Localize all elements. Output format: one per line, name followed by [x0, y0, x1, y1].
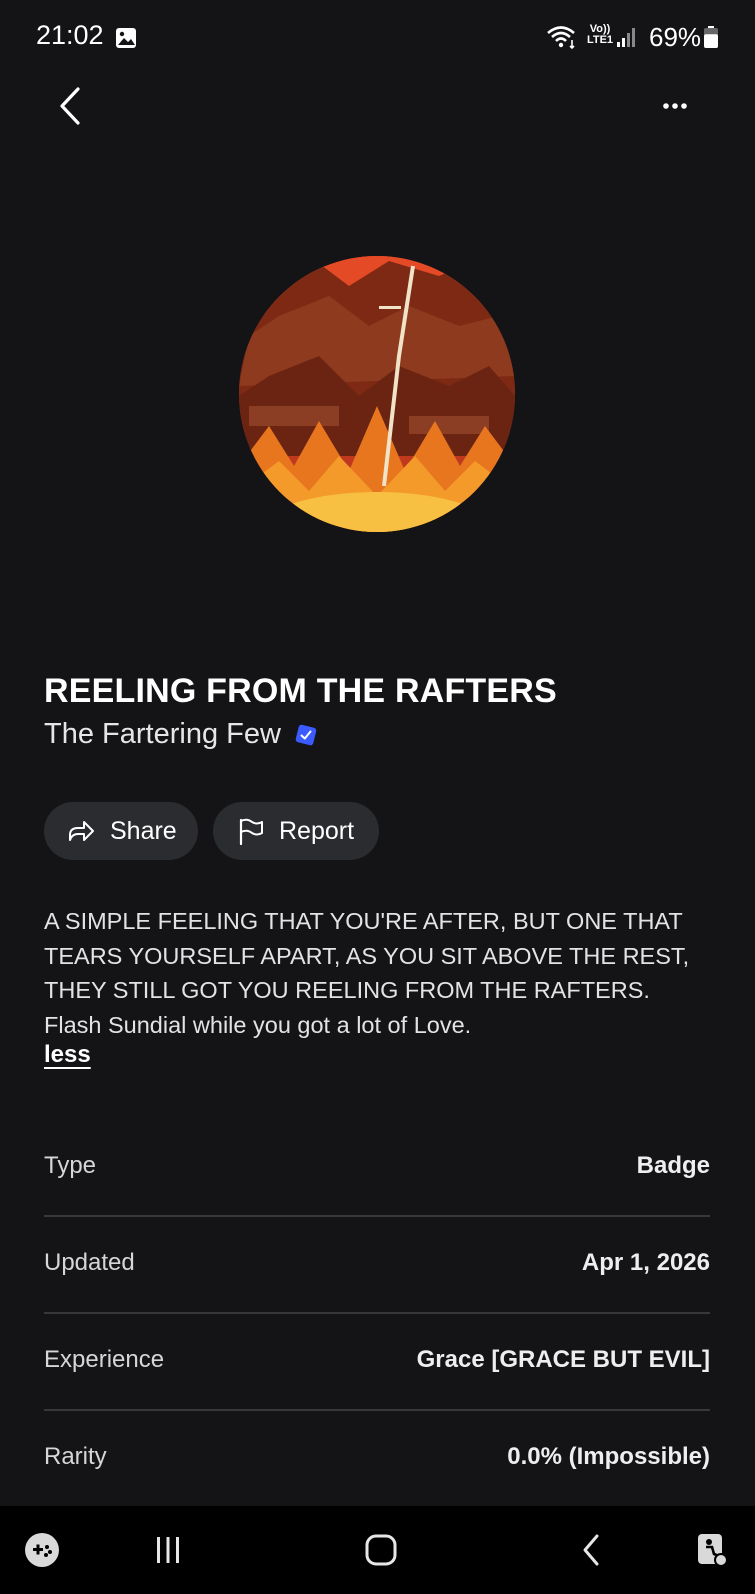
- detail-row-type: Type Badge: [44, 1120, 710, 1217]
- accessibility-button[interactable]: [686, 1524, 738, 1576]
- detail-value[interactable]: Grace [GRACE BUT EVIL]: [417, 1346, 710, 1374]
- badge-image: [239, 256, 515, 532]
- flag-icon: [239, 818, 263, 846]
- verified-badge-icon: [295, 724, 317, 745]
- description-line: TEARS YOURSELF APART, AS YOU SIT ABOVE T…: [44, 942, 690, 969]
- creator-row: The Fartering Few: [44, 718, 319, 751]
- back-icon: [583, 1534, 599, 1566]
- report-label: Report: [279, 816, 355, 845]
- detail-label: Experience: [44, 1346, 165, 1373]
- battery-percent: 69%: [649, 22, 702, 52]
- detail-row-updated: Updated Apr 1, 2026: [44, 1217, 710, 1314]
- detail-value: Apr 1, 2026: [581, 1249, 710, 1276]
- item-title: REELING FROM THE RAFTERS: [44, 672, 557, 710]
- show-less-link[interactable]: less: [44, 1041, 91, 1069]
- detail-value: Badge: [636, 1152, 710, 1179]
- chevron-left-icon: [60, 87, 80, 125]
- system-back-button[interactable]: [567, 1524, 619, 1576]
- share-button[interactable]: Share: [44, 802, 198, 860]
- recent-apps-icon: [157, 1537, 179, 1563]
- more-options-button[interactable]: [656, 86, 700, 126]
- status-time: 21:02: [36, 20, 104, 50]
- description-line: Flash Sundial while you got a lot of Lov…: [44, 1011, 472, 1038]
- report-button[interactable]: Report: [213, 802, 379, 860]
- detail-label: Updated: [44, 1249, 135, 1276]
- signal-icon: [617, 28, 635, 47]
- gallery-icon: [116, 28, 136, 48]
- home-icon: [365, 1534, 397, 1566]
- item-description: A SIMPLE FEELING THAT YOU'RE AFTER, BUT …: [44, 904, 724, 1042]
- share-icon: [69, 821, 94, 841]
- more-horizontal-icon: [663, 103, 687, 109]
- system-nav-bar: [0, 1506, 755, 1594]
- game-launcher-icon: [25, 1533, 59, 1567]
- status-bar: 21:02 Vo)) LTE1 69%: [0, 0, 755, 74]
- accessibility-icon: [698, 1534, 728, 1567]
- details-list: Type Badge Updated Apr 1, 2026 Experienc…: [44, 1120, 710, 1508]
- battery-icon: [704, 26, 718, 48]
- creator-name[interactable]: The Fartering Few: [44, 718, 281, 751]
- detail-value: 0.0% (Impossible): [507, 1443, 710, 1470]
- detail-label: Rarity: [44, 1443, 107, 1470]
- recent-apps-button[interactable]: [142, 1524, 194, 1576]
- detail-row-rarity: Rarity 0.0% (Impossible): [44, 1411, 710, 1508]
- game-launcher-button[interactable]: [16, 1524, 68, 1576]
- share-label: Share: [110, 816, 177, 845]
- description-line: A SIMPLE FEELING THAT YOU'RE AFTER, BUT …: [44, 908, 683, 934]
- network-label: Vo)) LTE1: [586, 23, 614, 46]
- back-button[interactable]: [52, 82, 100, 130]
- wifi-icon: [547, 26, 575, 50]
- description-line: THEY STILL GOT YOU REELING FROM THE RAFT…: [44, 977, 650, 1003]
- home-button[interactable]: [355, 1524, 407, 1576]
- detail-row-experience: Experience Grace [GRACE BUT EVIL]: [44, 1314, 710, 1411]
- detail-label: Type: [44, 1152, 97, 1179]
